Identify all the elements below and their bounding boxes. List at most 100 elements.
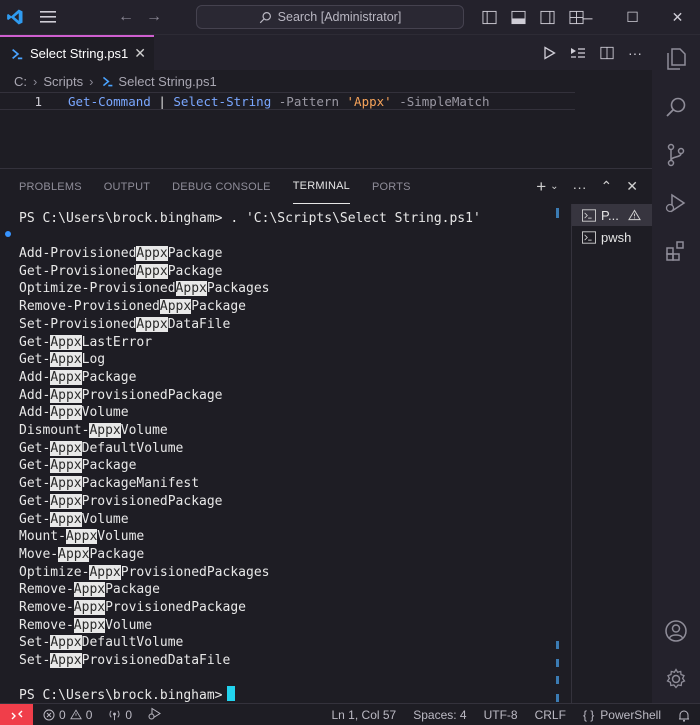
language-label: PowerShell (600, 708, 661, 722)
problems-indicator[interactable]: 0 0 (43, 708, 92, 722)
minimize-icon[interactable]: ─ (565, 0, 610, 35)
terminal-result-line: Add-AppxProvisionedPackage (19, 387, 223, 403)
match-highlight: Appx (50, 352, 82, 368)
menu-icon[interactable] (30, 0, 66, 35)
match-highlight: Appx (159, 299, 192, 315)
maximize-icon[interactable]: ☐ (610, 0, 655, 35)
match-highlight: Appx (175, 281, 207, 297)
more-actions-icon[interactable]: ··· (573, 179, 587, 195)
tab-output[interactable]: OUTPUT (104, 169, 150, 204)
editor-area[interactable]: 1 Get-Command | Select-String -Pattern '… (0, 92, 652, 168)
editor-tab-bar: Select String.ps1 ✕ ··· (0, 35, 652, 70)
status-bar: 0 0 0 Ln 1, Col 57 Spaces: 4 UTF-8 CRLF … (0, 703, 700, 725)
gear-icon[interactable] (652, 655, 700, 703)
split-editor-icon[interactable] (600, 46, 614, 60)
terminal-result-line: Set-AppxProvisionedDataFile (19, 653, 231, 669)
match-highlight: Appx (73, 600, 106, 615)
tab-ports[interactable]: PORTS (372, 169, 411, 204)
error-count: 0 (59, 707, 66, 722)
ports-count: 0 (125, 707, 133, 722)
terminal-output[interactable]: PS C:\Users\brock.bingham> . 'C:\Scripts… (0, 204, 560, 704)
notifications-icon[interactable] (678, 709, 690, 722)
breadcrumb-folder[interactable]: Scripts (43, 74, 83, 89)
terminal-result-line: Get-AppxVolume (19, 511, 129, 527)
terminal-list-item[interactable]: pwsh (572, 226, 652, 248)
match-highlight: Appx (50, 511, 82, 527)
terminal-result-line: Remove-AppxProvisionedPackage (19, 600, 246, 615)
terminal-result-line: Add-AppxVolume (19, 405, 129, 421)
breadcrumb: C: › Scripts › Select String.ps1 (0, 70, 652, 92)
command-center-search[interactable]: Search [Administrator] (196, 5, 464, 29)
warning-count: 0 (85, 707, 93, 722)
cursor-position[interactable]: Ln 1, Col 57 (332, 708, 397, 722)
language-mode[interactable]: { } PowerShell (583, 708, 661, 722)
match-highlight: Appx (50, 387, 82, 403)
breadcrumb-file[interactable]: Select String.ps1 (118, 74, 216, 89)
braces-icon: { } (582, 708, 595, 722)
close-tab-icon[interactable]: ✕ (134, 45, 146, 62)
match-highlight: Appx (58, 546, 90, 562)
chevron-down-icon[interactable]: ⌄ (550, 181, 558, 192)
source-control-icon[interactable] (652, 131, 700, 179)
terminal-result-line: Set-AppxDefaultVolume (19, 635, 184, 651)
debug-icon[interactable] (148, 707, 162, 723)
terminal-result-line: Optimize-AppxProvisionedPackages (19, 564, 270, 580)
terminal-list-item[interactable]: P... (572, 204, 652, 226)
toggle-secondary-sidebar-icon[interactable] (540, 10, 555, 25)
powershell-file-icon (103, 76, 113, 86)
terminal-result-line: Remove-AppxVolume (19, 617, 153, 633)
run-icon[interactable] (543, 45, 556, 60)
terminal-result-line: Get-AppxDefaultVolume (19, 440, 184, 456)
command-decoration-icon[interactable] (5, 231, 11, 237)
tab-terminal[interactable]: TERMINAL (292, 169, 350, 204)
encoding[interactable]: UTF-8 (484, 708, 518, 722)
tab-problems[interactable]: PROBLEMS (19, 169, 82, 204)
title-bar: ← → Search [Administrator] ─ ☐ ✕ (0, 0, 700, 35)
extensions-icon[interactable] (652, 227, 700, 275)
search-icon[interactable] (652, 83, 700, 131)
toggle-panel-icon[interactable] (511, 10, 526, 25)
terminal-list-label: pwsh (601, 229, 632, 245)
match-highlight: Appx (50, 635, 82, 651)
close-panel-icon[interactable]: ✕ (626, 178, 638, 195)
activity-bar (652, 35, 700, 703)
indentation[interactable]: Spaces: 4 (413, 708, 466, 722)
tab-select-string[interactable]: Select String.ps1 ✕ (0, 35, 154, 70)
explorer-icon[interactable] (652, 35, 700, 83)
terminal-prompt-line: PS C:\Users\brock.bingham> (19, 686, 235, 703)
terminal-command-line: PS C:\Users\brock.bingham> . 'C:\Scripts… (19, 211, 481, 226)
code-line[interactable]: 1 Get-Command | Select-String -Pattern '… (0, 92, 575, 110)
new-terminal-icon[interactable]: + (536, 177, 546, 197)
terminal-icon (582, 230, 596, 244)
more-actions-icon[interactable]: ··· (628, 45, 642, 61)
close-window-icon[interactable]: ✕ (655, 0, 700, 35)
terminal-result-line: Optimize-ProvisionedAppxPackages (19, 281, 270, 297)
terminal-list: P... pwsh (571, 204, 652, 704)
end-of-line[interactable]: CRLF (535, 708, 566, 722)
account-icon[interactable] (652, 607, 700, 655)
tab-debug-console[interactable]: DEBUG CONSOLE (172, 169, 271, 204)
toggle-primary-sidebar-icon[interactable] (482, 10, 497, 25)
ports-indicator[interactable]: 0 (108, 708, 132, 722)
terminal-result-line: Get-AppxPackageManifest (19, 476, 200, 492)
terminal-scrollbar[interactable] (556, 204, 560, 704)
match-highlight: Appx (50, 334, 82, 350)
terminal-icon (582, 208, 596, 222)
run-and-debug-icon[interactable] (652, 179, 700, 227)
match-highlight: Appx (50, 369, 82, 385)
bottom-panel: PROBLEMS OUTPUT DEBUG CONSOLE TERMINAL P… (0, 168, 652, 704)
remote-indicator-icon[interactable] (0, 703, 33, 725)
match-highlight: Appx (89, 423, 121, 438)
back-arrow-icon[interactable]: ← (118, 8, 134, 26)
breadcrumb-drive[interactable]: C: (14, 74, 27, 89)
terminal-result-line: Get-AppxProvisionedPackage (19, 493, 223, 509)
code-text[interactable]: Get-Command | Select-String -Pattern 'Ap… (68, 94, 490, 109)
terminal-cursor (226, 686, 235, 701)
terminal-result-line: Mount-AppxVolume (19, 529, 145, 545)
terminal-result-line: Remove-ProvisionedAppxPackage (19, 299, 246, 315)
chevron-right-icon: › (33, 73, 38, 89)
maximize-panel-icon[interactable]: ⌃ (601, 178, 613, 195)
terminal-result-line: Get-AppxLog (19, 352, 106, 368)
run-selection-icon[interactable] (570, 46, 586, 60)
forward-arrow-icon[interactable]: → (146, 8, 162, 26)
